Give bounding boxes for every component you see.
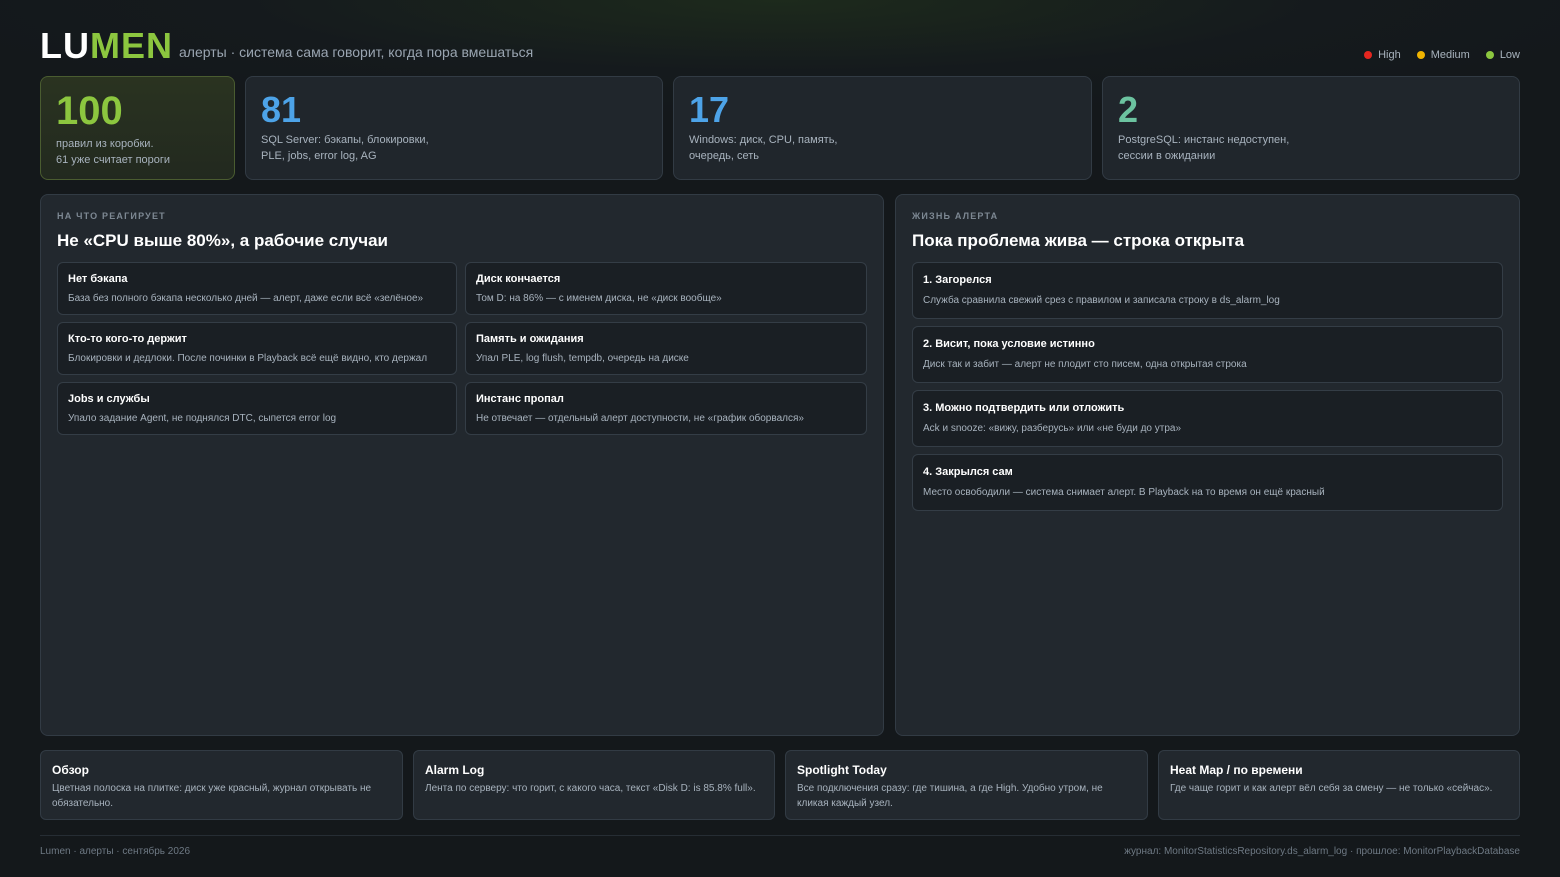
case-card: Кто-то кого-то держит Блокировки и дедлок… xyxy=(57,322,457,375)
low-dot-icon xyxy=(1485,51,1494,59)
stat-card-rules-total: 100 правил из коробки. 61 уже считает пор… xyxy=(40,76,235,180)
lifecycle-step: 3. Можно подтвердить или отложить Ack и s… xyxy=(912,390,1503,447)
tagline: алерты · система сама говорит, когда пор… xyxy=(179,44,534,60)
severity-legend: High Medium Low xyxy=(1364,49,1520,61)
stat-value: 17 xyxy=(689,89,730,130)
medium-dot-icon xyxy=(1416,51,1425,59)
stat-description: правил из коробки. 61 уже считает пороги xyxy=(56,138,171,166)
lifecycle-step: 2. Висит, пока условие истинно Диск так и… xyxy=(912,326,1503,383)
cases-grid: Нет бэкапа База без полного бэкапа нескол… xyxy=(57,262,867,435)
card-title: Heat Map / по времени xyxy=(1170,763,1303,777)
high-dot-icon xyxy=(1364,51,1373,59)
card-description: Цветная полоска на плитке: диск уже крас… xyxy=(52,783,372,809)
stat-card-windows: 17 Windows: диск, CPU, память, очередь, с… xyxy=(673,76,1092,180)
legend-item-high: High xyxy=(1364,49,1401,61)
stat-description: SQL Server: бэкапы, блокировки, PLE, jobs… xyxy=(261,134,429,162)
feature-card-overview[interactable]: Обзор Цветная полоска на плитке: диск уж… xyxy=(40,750,403,820)
case-card: Диск кончается Том D: на 86% — с именем д… xyxy=(465,262,867,315)
card-title: Spotlight Today xyxy=(797,763,887,777)
card-description: Где чаще горит и как алерт вёл себя за с… xyxy=(1170,783,1493,794)
card-title: Обзор xyxy=(52,763,89,777)
stat-value: 2 xyxy=(1118,89,1139,130)
panel-eyebrow: ЖИЗНЬ АЛЕРТА xyxy=(912,211,999,221)
feature-card-heat-map[interactable]: Heat Map / по времени Где чаще горит и к… xyxy=(1158,750,1520,820)
feature-card-spotlight-today[interactable]: Spotlight Today Все подключения сразу: г… xyxy=(785,750,1148,820)
feature-card-alarm-log[interactable]: Alarm Log Лента по серверу: что горит, с… xyxy=(413,750,775,820)
card-description: Лента по серверу: что горит, с какого ча… xyxy=(425,783,756,794)
lifecycle-step: 4. Закрылся сам Место освободили — систем… xyxy=(912,454,1503,511)
panel-title: Пока проблема жива — строка открыта xyxy=(912,231,1245,250)
case-card: Jobs и службы Упало задание Agent, не под… xyxy=(57,382,457,435)
footer-divider xyxy=(40,835,1520,836)
stat-card-sql-server: 81 SQL Server: бэкапы, блокировки, PLE, j… xyxy=(245,76,663,180)
stat-value: 81 xyxy=(261,89,302,130)
legend-item-medium: Medium xyxy=(1416,49,1470,61)
stat-value: 100 xyxy=(56,89,123,133)
triggers-panel: НА ЧТО РЕАГИРУЕТ Не «CPU выше 80%», а ра… xyxy=(40,194,884,736)
header: LUMEN алерты · система сама говорит, ког… xyxy=(40,26,1520,66)
case-card: Память и ожидания Упал PLE, log flush, te… xyxy=(465,322,867,375)
case-card: Инстанс пропал Не отвечает — отдельный ал… xyxy=(465,382,867,435)
logo: LUMEN xyxy=(40,25,173,66)
stat-description: PostgreSQL: инстанс недоступен, сессии в … xyxy=(1118,134,1290,162)
panel-eyebrow: НА ЧТО РЕАГИРУЕТ xyxy=(57,211,166,221)
stat-description: Windows: диск, CPU, память, очередь, сеть xyxy=(689,134,838,162)
card-description: Все подключения сразу: где тишина, а где… xyxy=(797,783,1103,809)
stat-card-postgresql: 2 PostgreSQL: инстанс недоступен, сессии … xyxy=(1102,76,1520,180)
lifecycle-step: 1. Загорелся Служба сравнила свежий срез … xyxy=(912,262,1503,319)
legend-item-low: Low xyxy=(1485,49,1520,61)
case-card: Нет бэкапа База без полного бэкапа нескол… xyxy=(57,262,457,315)
footer-right: журнал: MonitorStatisticsRepository.ds_a… xyxy=(1124,846,1520,857)
panel-title: Не «CPU выше 80%», а рабочие случаи xyxy=(57,231,389,250)
lifecycle-steps: 1. Загорелся Служба сравнила свежий срез … xyxy=(912,262,1503,511)
card-title: Alarm Log xyxy=(425,763,485,777)
footer-left: Lumen · алерты · сентябрь 2026 xyxy=(40,846,191,857)
alert-lifecycle-panel: ЖИЗНЬ АЛЕРТА Пока проблема жива — строка… xyxy=(895,194,1520,736)
